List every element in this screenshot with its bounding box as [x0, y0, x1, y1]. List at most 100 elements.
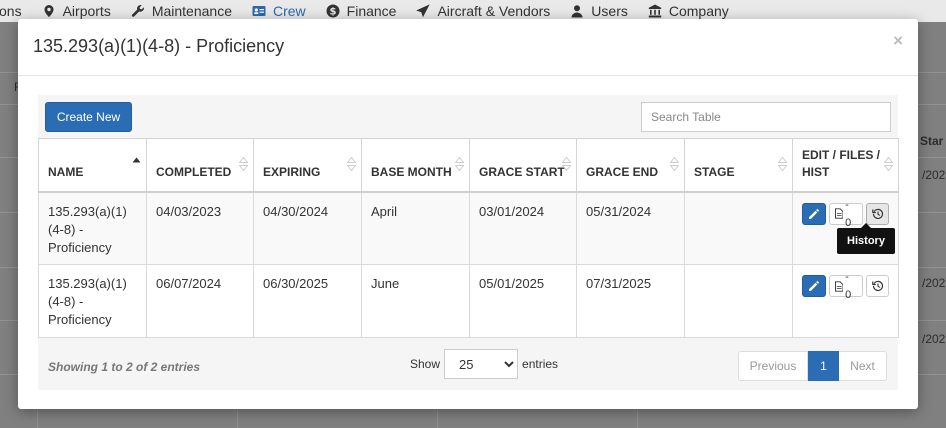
column-header-completed[interactable]: COMPLETED: [146, 138, 254, 193]
edit-button[interactable]: [802, 275, 826, 297]
cell-stage: [684, 191, 793, 265]
history-button[interactable]: [866, 202, 889, 225]
history-button[interactable]: [866, 275, 889, 297]
table-row: 135.293(a)(1) (4-8) - Proficiency 06/07/…: [38, 264, 899, 338]
pencil-icon: [808, 208, 819, 219]
header-label: GRACE END: [586, 164, 659, 179]
bank-icon: [648, 4, 662, 18]
proficiency-table: NAME COMPLETED EXPIRING BASE MONTH GRACE…: [38, 138, 899, 338]
cell-name: 135.293(a)(1) (4-8) - Proficiency: [38, 191, 147, 265]
nav-item-finance[interactable]: $ Finance: [316, 3, 407, 19]
bg-column-header: Star: [920, 134, 944, 148]
header-label: COMPLETED: [156, 164, 232, 179]
cell-grace-end: 05/31/2024: [576, 191, 685, 265]
nav-label: Airports: [62, 3, 111, 19]
nav-label: Company: [668, 3, 729, 19]
nav-item-maintenance[interactable]: Maintenance: [121, 3, 242, 19]
map-pin-icon: [44, 5, 54, 17]
history-tooltip: History: [837, 223, 895, 254]
nav-item-aircraft-vendors[interactable]: Aircraft & Vendors: [406, 3, 560, 19]
history-icon: [871, 208, 883, 219]
files-button[interactable]: - 0: [828, 199, 864, 229]
edit-button[interactable]: [802, 202, 826, 225]
create-new-button[interactable]: Create New: [45, 102, 132, 132]
cell-base-month: June: [361, 264, 470, 338]
history-icon: [871, 280, 883, 292]
entries-label: entries: [522, 357, 559, 371]
column-header-actions[interactable]: EDIT / FILES / HIST: [792, 138, 899, 193]
table-info: Showing 1 to 2 of 2 entries: [48, 360, 201, 374]
nav-label: Finance: [346, 3, 397, 19]
page-length-control: Show 25 entries: [410, 349, 558, 379]
plane-icon: [416, 4, 431, 18]
column-header-name[interactable]: NAME: [38, 138, 147, 193]
nav-item-operations[interactable]: tions: [0, 3, 32, 19]
close-icon[interactable]: ×: [893, 31, 903, 51]
bg-cell-fragment: /202: [922, 168, 946, 182]
column-header-grace-end[interactable]: GRACE END: [576, 138, 685, 193]
sort-icon: [778, 156, 787, 172]
nav-item-airports[interactable]: Airports: [32, 3, 121, 19]
column-header-base-month[interactable]: BASE MONTH: [361, 138, 470, 193]
table-panel: Create New NAME COMPLETED EXPIRING BASE …: [38, 95, 899, 390]
bg-cell-fragment: /202: [922, 332, 946, 346]
proficiency-modal: 135.293(a)(1)(4-8) - Proficiency × Creat…: [18, 19, 918, 409]
table-row: 135.293(a)(1) (4-8) - Proficiency 04/03/…: [38, 191, 899, 265]
previous-button[interactable]: Previous: [738, 351, 808, 381]
cell-completed: 04/03/2023: [146, 191, 254, 265]
header-label: GRACE START: [479, 164, 565, 179]
nav-label: Users: [591, 3, 628, 19]
dollar-icon: $: [326, 4, 340, 18]
column-header-expiring[interactable]: EXPIRING: [253, 138, 362, 193]
sort-icon: [884, 156, 893, 172]
page-1-button[interactable]: 1: [808, 351, 839, 381]
column-header-grace-start[interactable]: GRACE START: [469, 138, 577, 193]
nav-label: Maintenance: [151, 3, 232, 19]
user-icon: [571, 5, 583, 18]
nav-label: Crew: [272, 3, 306, 19]
cell-base-month: April: [361, 191, 470, 265]
header-label: STAGE: [694, 164, 735, 179]
cell-actions: - 0: [792, 264, 899, 338]
nav-label: Aircraft & Vendors: [437, 3, 551, 19]
nav-item-crew[interactable]: Crew: [242, 3, 316, 19]
cell-grace-end: 07/31/2025: [576, 264, 685, 338]
cell-name: 135.293(a)(1) (4-8) - Proficiency: [38, 264, 147, 338]
cell-stage: [684, 264, 793, 338]
cell-completed: 06/07/2024: [146, 264, 254, 338]
nav-item-users[interactable]: Users: [560, 3, 638, 19]
id-card-icon: [252, 6, 266, 16]
sort-icon: [455, 156, 464, 172]
header-label: NAME: [48, 164, 84, 179]
pencil-icon: [808, 281, 819, 291]
header-label: BASE MONTH: [371, 164, 452, 179]
page-length-select[interactable]: 25: [444, 349, 519, 379]
sort-icon: [347, 156, 356, 172]
next-button[interactable]: Next: [839, 351, 887, 381]
wrench-icon: [131, 5, 144, 17]
modal-header: 135.293(a)(1)(4-8) - Proficiency ×: [18, 19, 918, 76]
files-count: - 0: [845, 271, 852, 301]
header-label: EXPIRING: [263, 164, 321, 179]
table-header-row: NAME COMPLETED EXPIRING BASE MONTH GRACE…: [38, 138, 899, 193]
sort-asc-icon: [132, 157, 141, 163]
cell-expiring: 04/30/2024: [253, 191, 362, 265]
sort-icon: [562, 156, 571, 172]
header-label: EDIT / FILES / HIST: [802, 147, 881, 179]
nav-item-company[interactable]: Company: [638, 3, 739, 19]
file-icon: [834, 280, 844, 292]
pagination: Previous 1 Next: [738, 351, 887, 381]
cell-expiring: 06/30/2025: [253, 264, 362, 338]
sort-icon: [670, 156, 679, 172]
search-input[interactable]: [641, 102, 891, 132]
file-icon: [834, 208, 844, 219]
files-count: - 0: [845, 198, 852, 229]
sort-icon: [239, 156, 248, 172]
cell-grace-start: 03/01/2024: [469, 191, 577, 265]
modal-title: 135.293(a)(1)(4-8) - Proficiency: [33, 36, 285, 56]
nav-label: tions: [0, 3, 22, 19]
bg-cell-fragment: /202: [922, 276, 946, 290]
column-header-stage[interactable]: STAGE: [684, 138, 793, 193]
files-button[interactable]: - 0: [828, 271, 864, 301]
svg-text:$: $: [329, 7, 336, 18]
